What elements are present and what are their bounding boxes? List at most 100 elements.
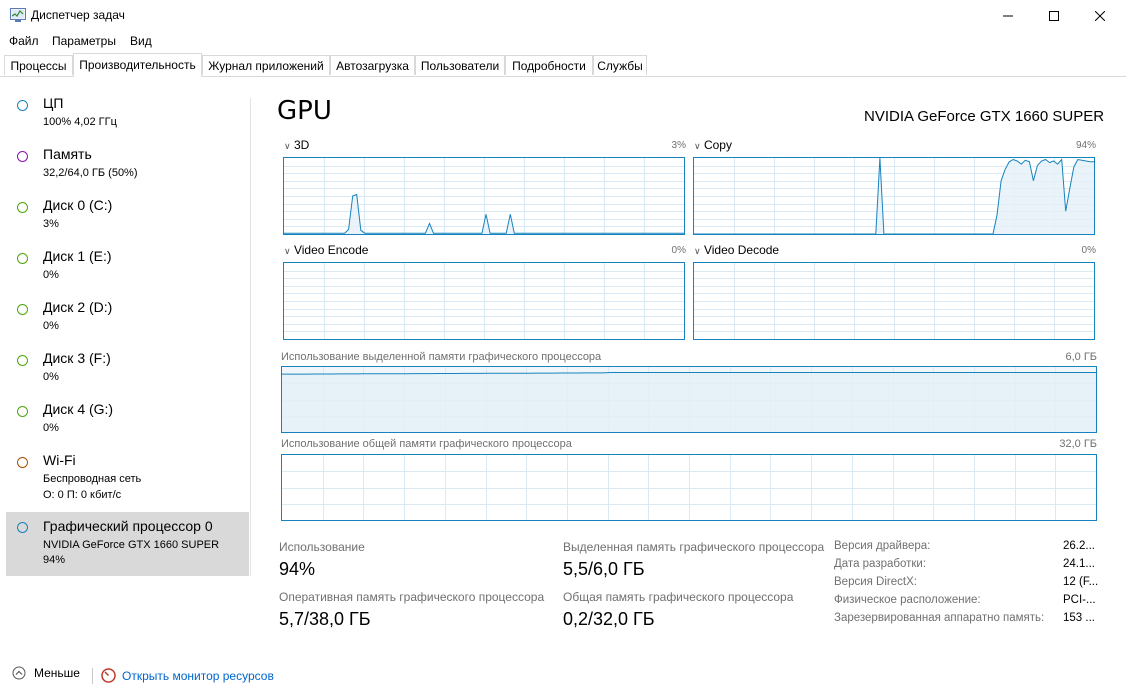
sidebar-item-label: Графический процессор 0 — [43, 518, 213, 534]
sidebar-item-sub: 32,2/64,0 ГБ (50%) — [43, 167, 138, 179]
graph-copy — [693, 157, 1095, 235]
engine-label: 3D — [293, 138, 310, 152]
engine-label: Video Decode — [703, 243, 780, 257]
tab-processes[interactable]: Процессы — [4, 55, 73, 75]
resource-monitor-icon — [101, 668, 116, 683]
sidebar-item-disk1[interactable]: Диск 1 (E:) 0% — [6, 245, 249, 296]
engine-video-encode-percent: 0% — [671, 245, 686, 256]
engine-copy-percent: 94% — [1075, 140, 1096, 151]
engine-copy-selector[interactable]: ∨ Copy — [694, 138, 732, 152]
sidebar-divider — [250, 98, 251, 576]
graph-3d-svg — [284, 158, 684, 234]
sidebar-item-gpu0[interactable]: Графический процессор 0 NVIDIA GeForce G… — [6, 512, 249, 576]
sidebar-item-cpu[interactable]: ЦП 100% 4,02 ГГц — [6, 92, 249, 143]
sidebar-item-sub: 0% — [43, 371, 59, 383]
info-key: Физическое расположение: — [834, 594, 981, 606]
engine-3d-percent: 3% — [671, 140, 686, 151]
usage-value: 94% — [279, 559, 316, 579]
info-value: 153 ... — [1063, 612, 1095, 624]
page-title: GPU — [277, 96, 332, 126]
menu-view[interactable]: Вид — [130, 34, 152, 48]
info-value: 26.2... — [1063, 540, 1095, 552]
graph-video-decode — [693, 262, 1095, 340]
task-manager-icon — [10, 8, 26, 22]
engine-3d-selector[interactable]: ∨ 3D — [284, 138, 309, 152]
info-key: Версия DirectX: — [834, 576, 917, 588]
menu-file[interactable]: Файл — [9, 34, 39, 48]
minimize-button[interactable] — [985, 0, 1031, 32]
sidebar-item-sub: Беспроводная сеть — [43, 473, 142, 485]
chevron-down-icon: ∨ — [694, 141, 701, 151]
tab-users[interactable]: Пользователи — [415, 55, 505, 75]
sidebar-item-label: Диск 1 (E:) — [43, 248, 112, 264]
sidebar-item-sub2: О: 0 П: 0 кбит/с — [43, 489, 122, 501]
wifi-indicator-icon — [17, 457, 28, 468]
sidebar-item-label: Память — [43, 146, 92, 162]
shared-memory-max: 32,0 ГБ — [1059, 438, 1097, 450]
title-bar — [0, 0, 1126, 32]
sidebar-item-memory[interactable]: Память 32,2/64,0 ГБ (50%) — [6, 143, 249, 194]
chevron-down-icon: ∨ — [694, 246, 701, 256]
shared-value: 0,2/32,0 ГБ — [563, 609, 655, 629]
sidebar-item-label: Диск 4 (G:) — [43, 401, 114, 417]
graph-copy-svg — [694, 158, 1094, 234]
tab-performance[interactable]: Производительность — [73, 53, 202, 77]
disk-indicator-icon — [17, 304, 28, 315]
graph-shared-svg — [282, 455, 1096, 520]
graph-video-encode — [283, 262, 685, 340]
resource-monitor-label: Открыть монитор ресурсов — [122, 668, 274, 683]
engine-video-encode-selector[interactable]: ∨ Video Encode — [284, 243, 368, 257]
open-resource-monitor-link[interactable]: Открыть монитор ресурсов — [101, 668, 274, 683]
series-area — [282, 372, 1096, 432]
maximize-button[interactable] — [1031, 0, 1077, 32]
graph-dedicated-memory — [281, 366, 1097, 433]
sidebar-item-label: ЦП — [43, 95, 64, 111]
sidebar-item-label: Диск 2 (D:) — [43, 299, 113, 315]
graph-video-decode-svg — [694, 263, 1094, 339]
sidebar-item-sub: 0% — [43, 269, 59, 281]
chevron-up-circle-icon — [12, 666, 26, 680]
dedicated-value: 5,5/6,0 ГБ — [563, 559, 645, 579]
sidebar-item-sub: NVIDIA GeForce GTX 1660 SUPER — [43, 539, 220, 551]
gpu-ram-value: 5,7/38,0 ГБ — [279, 609, 371, 629]
gpu-model-name: NVIDIA GeForce GTX 1660 SUPER — [864, 108, 1105, 125]
dedicated-memory-label: Использование выделенной памяти графичес… — [281, 351, 602, 363]
sidebar-item-sub: 0% — [43, 422, 59, 434]
disk-indicator-icon — [17, 202, 28, 213]
shared-memory-label: Использование общей памяти графического … — [281, 438, 572, 450]
fewer-details-button[interactable]: Меньше — [12, 666, 80, 680]
usage-label: Использование — [279, 540, 365, 554]
graph-3d — [283, 157, 685, 235]
minimize-icon — [1003, 15, 1013, 17]
tab-startup[interactable]: Автозагрузка — [330, 55, 415, 75]
info-key: Дата разработки: — [834, 558, 927, 570]
sidebar-item-sub: 0% — [43, 320, 59, 332]
tab-app-history[interactable]: Журнал приложений — [202, 55, 330, 75]
sidebar-item-wifi[interactable]: Wi-Fi Беспроводная сеть О: 0 П: 0 кбит/с — [6, 449, 249, 509]
sidebar-item-disk0[interactable]: Диск 0 (C:) 3% — [6, 194, 249, 245]
disk-indicator-icon — [17, 406, 28, 417]
menu-options[interactable]: Параметры — [52, 34, 116, 48]
dedicated-label: Выделенная память графического процессор… — [563, 540, 825, 554]
info-value: PCI-... — [1063, 594, 1096, 606]
sidebar-item-label: Wi-Fi — [43, 452, 76, 468]
info-value: 24.1... — [1063, 558, 1095, 570]
tab-services[interactable]: Службы — [593, 55, 647, 75]
graph-shared-memory — [281, 454, 1097, 521]
chevron-down-icon: ∨ — [284, 246, 291, 256]
gpu-indicator-icon — [17, 522, 28, 533]
sidebar-item-disk2[interactable]: Диск 2 (D:) 0% — [6, 296, 249, 347]
info-value: 12 (F... — [1063, 576, 1099, 588]
cpu-indicator-icon — [17, 100, 28, 111]
sidebar-item-sub: 100% 4,02 ГГц — [43, 116, 117, 128]
sidebar-item-disk4[interactable]: Диск 4 (G:) 0% — [6, 398, 249, 449]
maximize-icon — [1049, 11, 1059, 21]
sidebar-item-disk3[interactable]: Диск 3 (F:) 0% — [6, 347, 249, 398]
sidebar-item-sub: 3% — [43, 218, 59, 230]
tab-details[interactable]: Подробности — [505, 55, 593, 75]
engine-label: Copy — [703, 138, 732, 152]
gpu-ram-label: Оперативная память графического процессо… — [279, 590, 545, 604]
engine-video-decode-selector[interactable]: ∨ Video Decode — [694, 243, 779, 257]
close-button[interactable] — [1077, 0, 1123, 32]
window-title: Диспетчер задач — [31, 8, 125, 22]
